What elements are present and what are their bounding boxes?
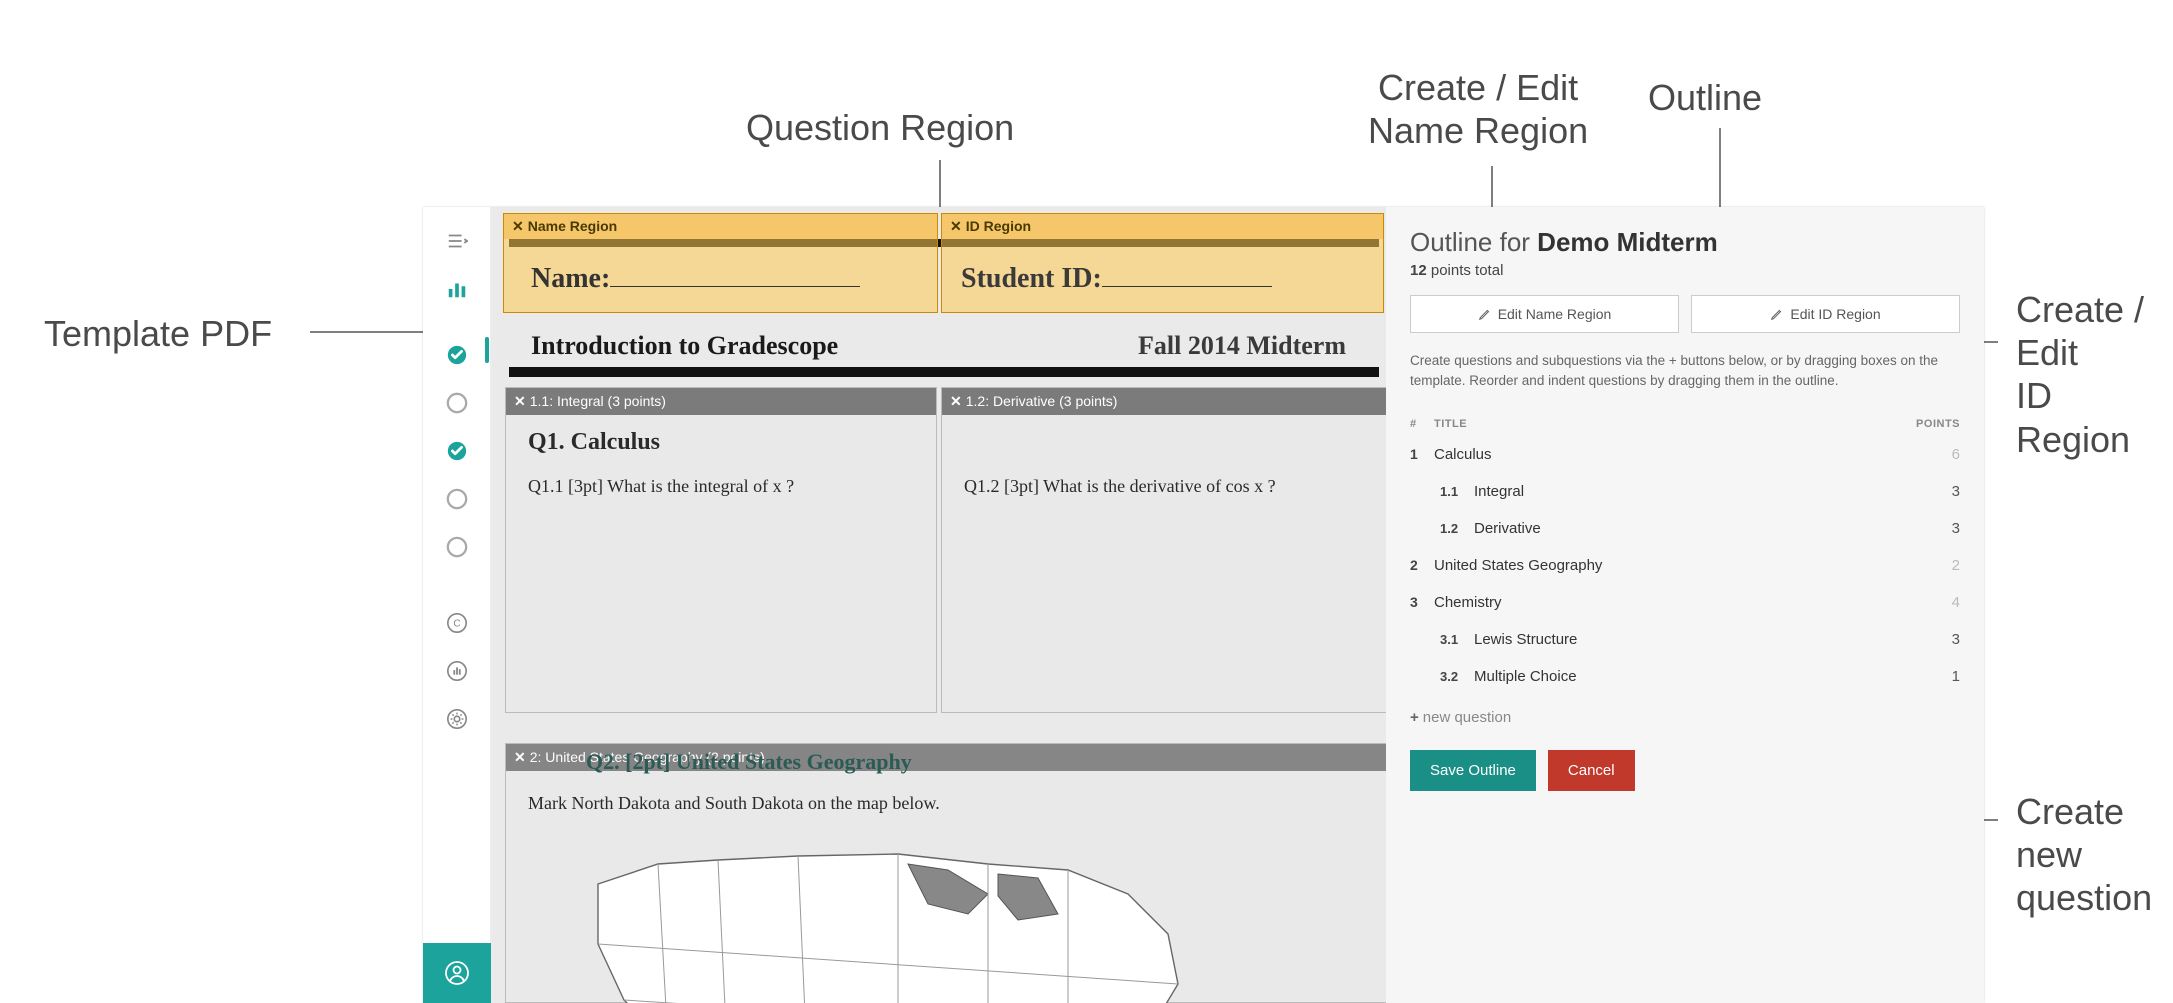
row-title: Lewis Structure — [1474, 631, 1900, 648]
pencil-icon — [1770, 307, 1784, 321]
edit-id-region-button[interactable]: Edit ID Region — [1691, 295, 1960, 333]
outline-row[interactable]: 1Calculus6 — [1410, 436, 1960, 473]
id-region-label: ID Region — [966, 218, 1031, 234]
outline-row[interactable]: 3Chemistry4 — [1410, 584, 1960, 621]
save-outline-button[interactable]: Save Outline — [1410, 750, 1536, 791]
outline-rows: 1Calculus61.1Integral31.2Derivative32Uni… — [1410, 436, 1960, 695]
outline-row[interactable]: 2United States Geography2 — [1410, 547, 1960, 584]
row-title: Chemistry — [1434, 594, 1900, 611]
settings-icon[interactable] — [439, 701, 475, 737]
step-4-icon[interactable] — [439, 481, 475, 517]
close-icon[interactable]: ✕ — [512, 218, 524, 234]
pencil-icon — [1478, 307, 1492, 321]
row-points: 3 — [1900, 483, 1960, 500]
row-points: 3 — [1900, 631, 1960, 648]
stats-icon[interactable] — [439, 271, 475, 307]
row-title: Calculus — [1434, 446, 1900, 463]
outline-help-text: Create questions and subquestions via th… — [1410, 351, 1960, 392]
step-3-icon[interactable] — [439, 433, 475, 469]
name-region-label: Name Region — [528, 218, 617, 234]
row-number: 3 — [1410, 594, 1434, 610]
q2-text: Mark North Dakota and South Dakota on th… — [528, 793, 1368, 814]
new-question-button[interactable]: +new question — [1410, 695, 1960, 750]
callout-outline: Outline — [1648, 76, 1762, 119]
question-region-1-1[interactable]: ✕1.1: Integral (3 points) Q1. Calculus Q… — [505, 387, 937, 713]
exam-term: Fall 2014 Midterm — [1111, 331, 1346, 361]
row-points: 2 — [1900, 557, 1960, 574]
outline-panel: Outline for Demo Midterm 12 points total… — [1386, 207, 1984, 1003]
outline-title: Outline for Demo Midterm — [1410, 227, 1960, 258]
callout-id-region: Create / Edit ID Region — [2016, 288, 2173, 461]
question-region-2[interactable]: ✕2: United States Geography (2 points) Q… — [505, 743, 1386, 1003]
callout-new-question: Create new question — [2016, 790, 2173, 920]
q11-text: Q1.1 [3pt] What is the integral of x ? — [528, 476, 914, 497]
row-number: 1.2 — [1440, 521, 1474, 536]
us-map-figure — [568, 824, 1208, 1003]
row-title: Derivative — [1474, 520, 1900, 537]
regrade-icon[interactable]: C — [439, 605, 475, 641]
q2-title: Q2. [2pt] United States Geography — [586, 749, 912, 775]
pdf-id-field: Student ID: — [961, 263, 1272, 295]
points-total: 12 points total — [1410, 262, 1960, 279]
row-number: 1.1 — [1440, 484, 1474, 499]
close-icon[interactable]: ✕ — [514, 749, 526, 765]
row-number: 3.1 — [1440, 632, 1474, 647]
edit-name-region-button[interactable]: Edit Name Region — [1410, 295, 1679, 333]
menu-toggle-icon[interactable] — [439, 223, 475, 259]
step-5-icon[interactable] — [439, 529, 475, 565]
callout-template-pdf: Template PDF — [44, 312, 272, 355]
q11-header: 1.1: Integral (3 points) — [530, 393, 666, 409]
step-1-icon[interactable] — [439, 337, 475, 373]
pdf-name-field: Name: — [531, 263, 860, 295]
row-points: 4 — [1900, 594, 1960, 611]
page-header-rule-2 — [509, 367, 1379, 377]
row-number: 3.2 — [1440, 669, 1474, 684]
course-title: Introduction to Gradescope — [531, 331, 838, 361]
q12-text: Q1.2 [3pt] What is the derivative of cos… — [964, 476, 1368, 497]
outline-row[interactable]: 3.2Multiple Choice1 — [1410, 658, 1960, 695]
active-indicator — [485, 337, 489, 363]
cancel-button[interactable]: Cancel — [1548, 750, 1635, 791]
svg-text:C: C — [453, 619, 460, 630]
callout-question-region: Question Region — [746, 106, 1014, 149]
row-title: Integral — [1474, 483, 1900, 500]
outline-table-header: # TITLE POINTS — [1410, 412, 1960, 436]
app-window: C ✕Name Region ✕ID Region Name: Student … — [423, 207, 1984, 1003]
close-icon[interactable]: ✕ — [950, 218, 962, 234]
row-points: 1 — [1900, 668, 1960, 685]
plus-icon: + — [1410, 709, 1419, 726]
row-title: Multiple Choice — [1474, 668, 1900, 685]
statistics-icon[interactable] — [439, 653, 475, 689]
outline-row[interactable]: 1.1Integral3 — [1410, 473, 1960, 510]
row-points: 6 — [1900, 446, 1960, 463]
sidebar-rail: C — [423, 207, 491, 1003]
account-icon[interactable] — [423, 943, 491, 1003]
question-region-1-2[interactable]: ✕1.2: Derivative (3 points) Q1.2 [3pt] W… — [941, 387, 1386, 713]
callout-name-region: Create / Edit Name Region — [1368, 66, 1588, 152]
row-number: 2 — [1410, 557, 1434, 573]
outline-row[interactable]: 3.1Lewis Structure3 — [1410, 621, 1960, 658]
q1-title: Q1. Calculus — [528, 429, 914, 456]
step-2-icon[interactable] — [439, 385, 475, 421]
close-icon[interactable]: ✕ — [950, 393, 962, 409]
row-points: 3 — [1900, 520, 1960, 537]
row-number: 1 — [1410, 446, 1434, 462]
q12-header: 1.2: Derivative (3 points) — [966, 393, 1118, 409]
template-pdf-pane[interactable]: ✕Name Region ✕ID Region Name: Student ID… — [491, 207, 1386, 1003]
outline-row[interactable]: 1.2Derivative3 — [1410, 510, 1960, 547]
row-title: United States Geography — [1434, 557, 1900, 574]
close-icon[interactable]: ✕ — [514, 393, 526, 409]
